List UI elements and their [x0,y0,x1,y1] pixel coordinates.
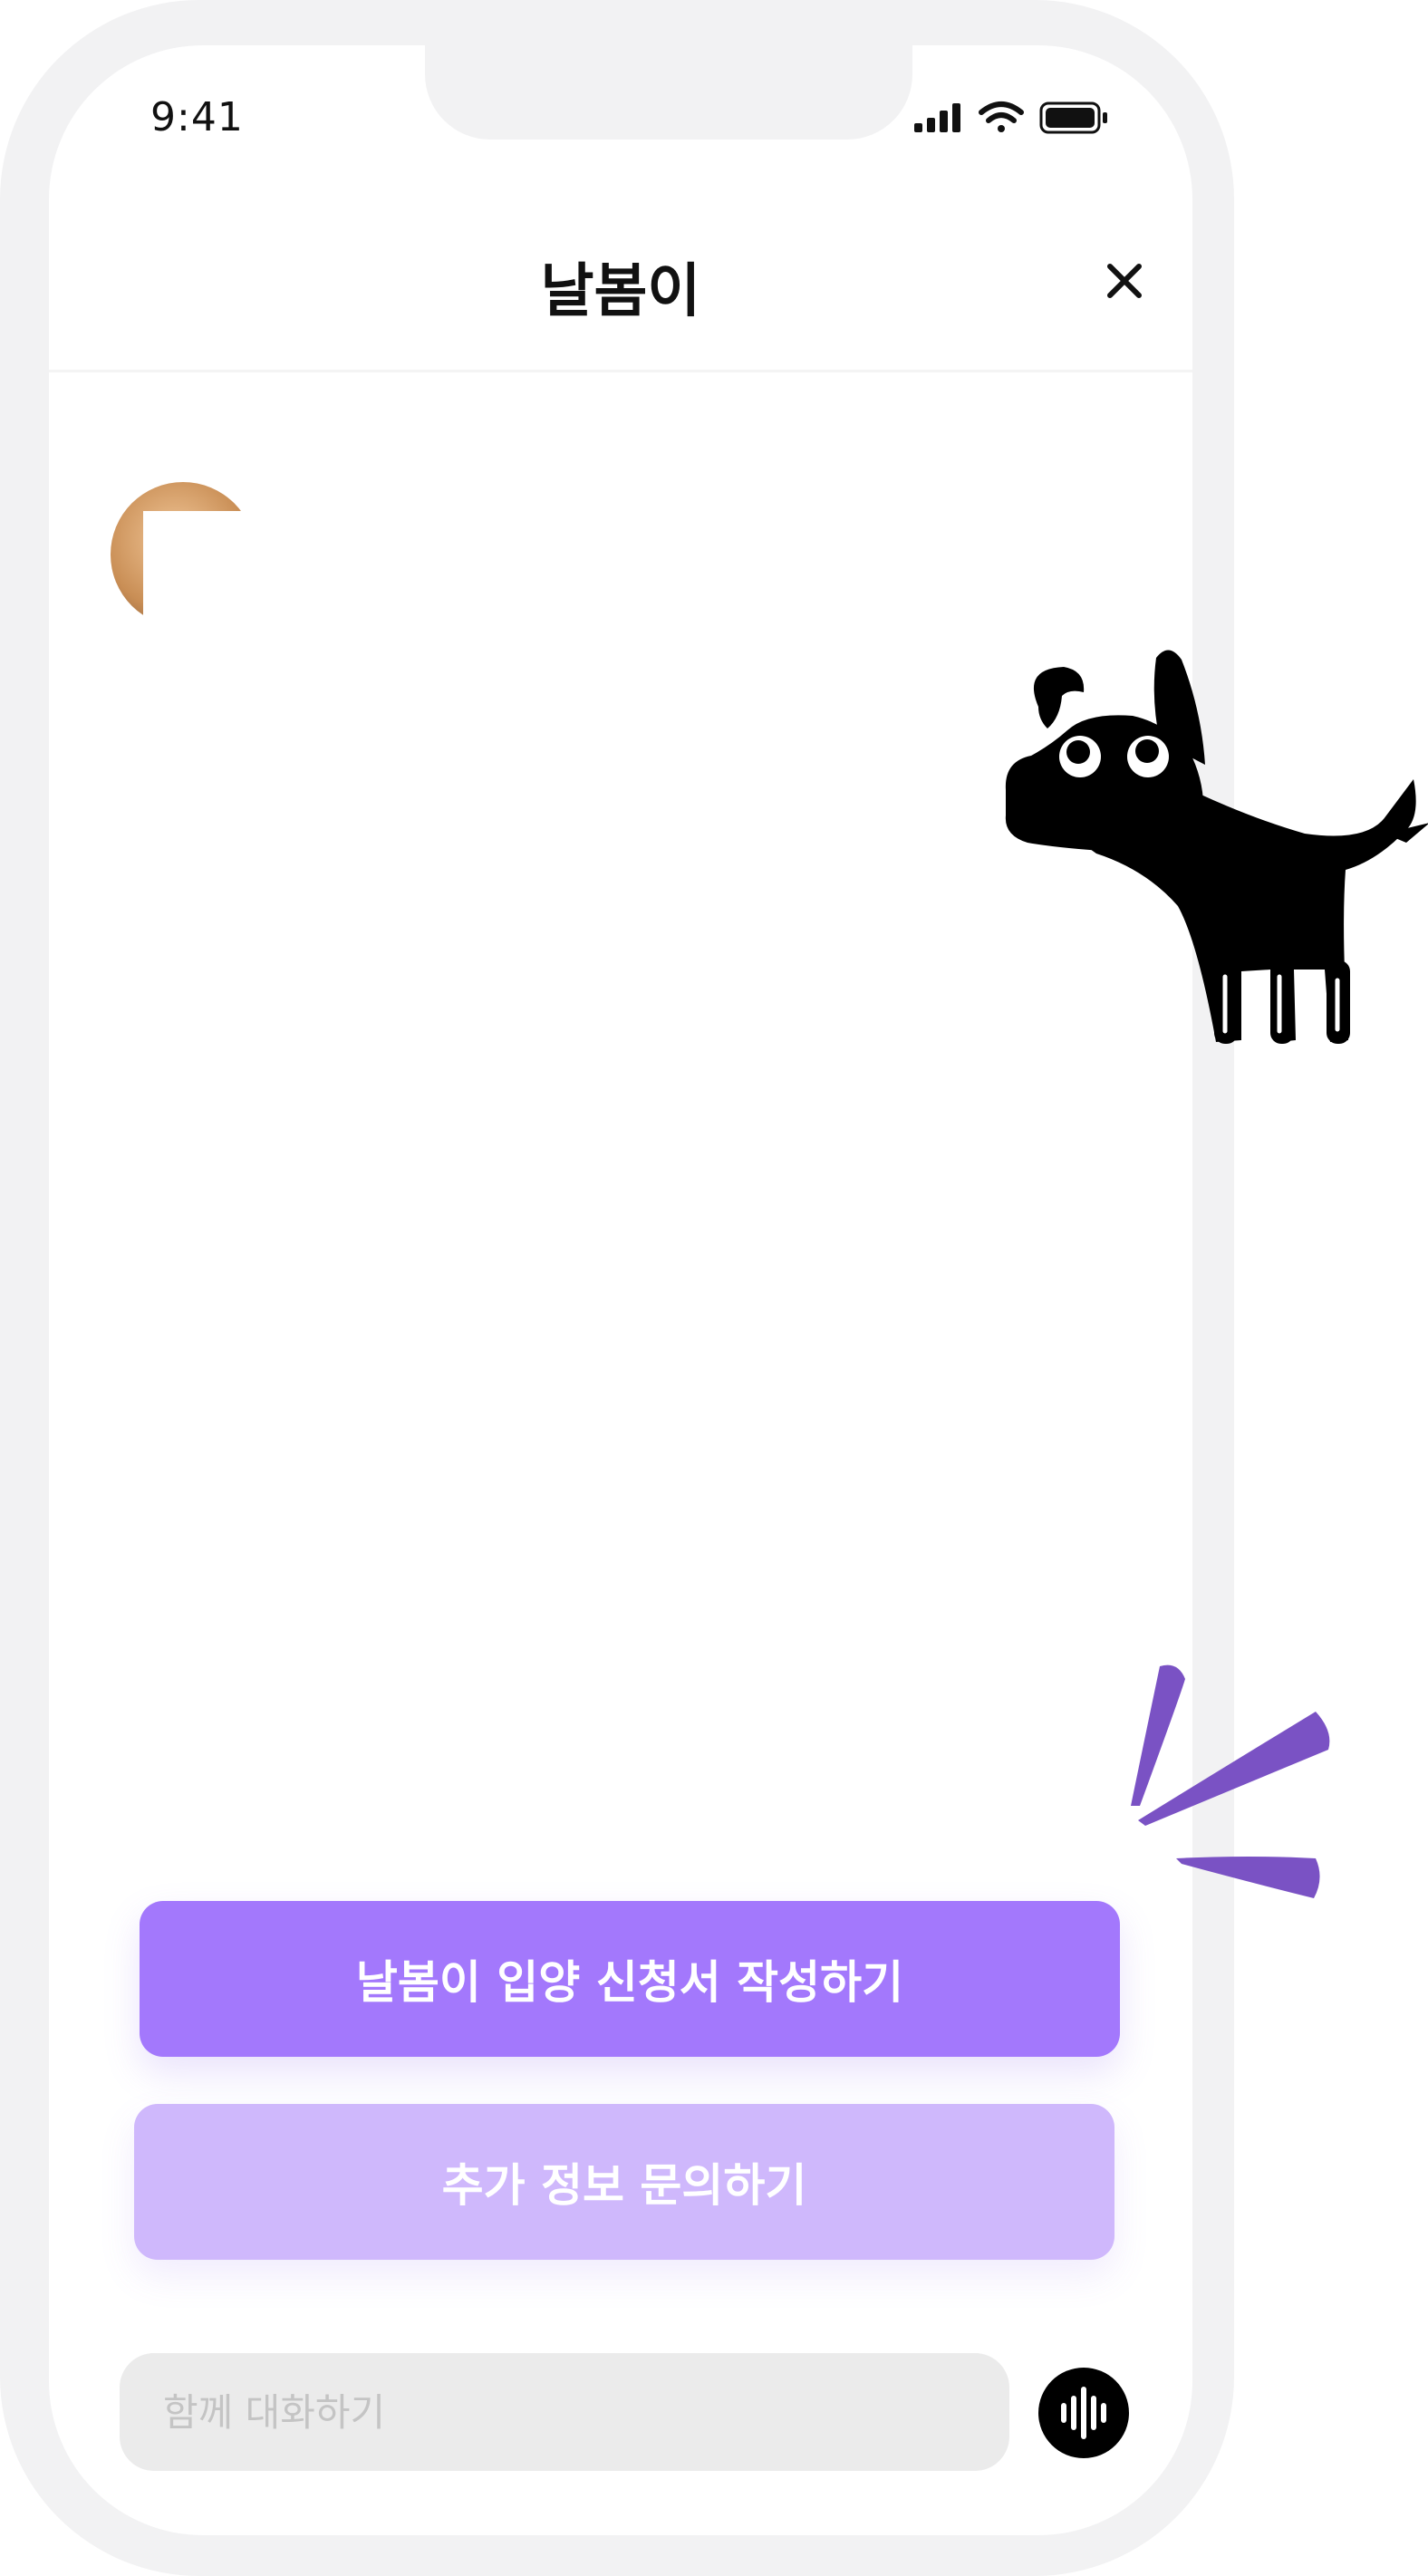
chat-input[interactable] [120,2353,1009,2471]
voice-waveform-icon [1061,2387,1106,2439]
adoption-application-button[interactable]: 날봄이 입양 신청서 작성하기 [140,1901,1120,2057]
battery-icon [1039,101,1107,134]
phone-frame: 9:41 날봄이 날봄이 입양 신청서 작성하기 추가 정보 문의하기 함께 대… [0,0,1234,2576]
cellular-signal-icon [914,103,960,132]
adoption-application-label: 날봄이 입양 신청서 작성하기 [355,1956,904,2009]
wifi-icon [979,101,1024,132]
voice-button[interactable] [1038,2368,1129,2458]
page-title: 날봄이 [540,258,701,325]
inquiry-label: 추가 정보 문의하기 [441,2159,807,2212]
dog-illustration [1005,650,1428,1044]
notch [425,45,912,140]
phone-screen: 9:41 날봄이 날봄이 입양 신청서 작성하기 추가 정보 문의하기 함께 대… [49,45,1192,2535]
close-icon[interactable] [1105,261,1144,301]
status-icons [914,101,1107,134]
message-area [143,511,506,638]
chat-header: 날봄이 [49,188,1192,372]
inquiry-button[interactable]: 추가 정보 문의하기 [134,2104,1114,2260]
status-time: 9:41 [150,94,244,140]
sparkle-lines [1131,1664,1330,1898]
